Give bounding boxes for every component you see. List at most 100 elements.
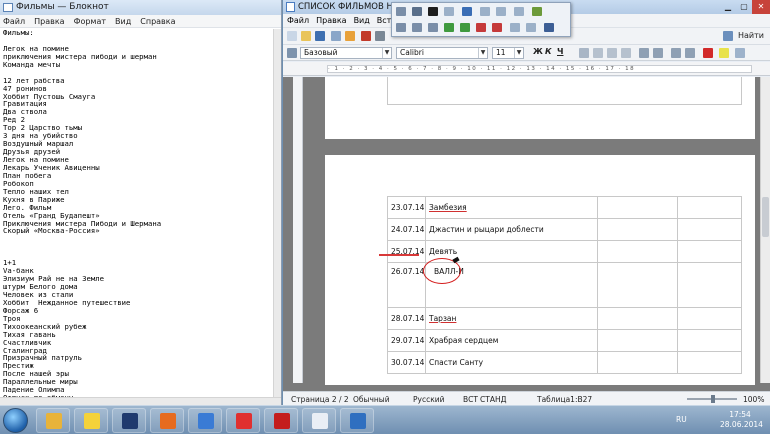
language-indicator[interactable]: RU [676, 415, 687, 424]
line-style-icon[interactable] [412, 7, 422, 16]
table-cell-date[interactable]: 29.07.14 [387, 329, 426, 352]
wr-menu-file[interactable]: Файл [287, 16, 309, 25]
table-row[interactable]: 28.07.14 Тарзан [387, 307, 742, 330]
delete-row-icon[interactable] [476, 23, 486, 32]
save-icon[interactable] [315, 31, 325, 41]
table-cell-empty[interactable] [677, 351, 742, 374]
status-insert-mode[interactable]: ВСТ [463, 395, 478, 404]
align-right-icon[interactable] [607, 48, 617, 58]
highlight-icon[interactable] [719, 48, 729, 58]
table-cell-empty[interactable] [677, 218, 742, 241]
np-menu-file[interactable]: Файл [3, 17, 25, 26]
horizontal-ruler[interactable]: · 1 · 2 · 3 · 4 · 5 · 6 · 7 · 8 · 9 · 10… [283, 62, 770, 76]
border-color-icon[interactable] [428, 7, 438, 16]
bullets-icon[interactable] [653, 48, 663, 58]
bold-button[interactable]: Ж [533, 47, 543, 56]
taskbar-app-notepad[interactable] [302, 408, 336, 433]
taskbar-app-photoshop[interactable] [112, 408, 146, 433]
notepad-text-area[interactable]: Фильмы: Легок на помине приключения мистер… [3, 29, 273, 399]
open-icon[interactable] [301, 31, 311, 41]
taskbar-app-opera[interactable] [264, 408, 298, 433]
background-color-icon[interactable] [735, 48, 745, 58]
table-cell-title[interactable]: Джастин и рыцари доблести [425, 218, 598, 241]
status-style[interactable]: Обычный [353, 395, 390, 404]
notepad-vertical-scrollbar[interactable] [273, 29, 281, 397]
table-cell-empty[interactable] [597, 240, 678, 263]
align-left-icon[interactable] [579, 48, 589, 58]
indent-decrease-icon[interactable] [671, 48, 681, 58]
styles-icon[interactable] [287, 48, 297, 58]
taskbar-app-firefox[interactable] [150, 408, 184, 433]
table-row[interactable]: 29.07.14 Храбрая сердцем [387, 329, 742, 352]
split-cells-icon[interactable] [496, 7, 506, 16]
align-bottom-icon[interactable] [428, 23, 438, 32]
taskbar-app-explorer[interactable] [36, 408, 70, 433]
optimize-icon[interactable] [514, 7, 524, 16]
table-cell-empty[interactable] [677, 329, 742, 352]
table-cell-empty[interactable] [597, 351, 678, 374]
table-cell-empty[interactable] [597, 196, 678, 219]
table-cell-empty[interactable] [597, 307, 678, 330]
table-properties-icon[interactable] [526, 23, 536, 32]
table-cell-empty[interactable] [677, 196, 742, 219]
table-row[interactable]: 23.07.14 Замбезия [387, 196, 742, 219]
minimize-button[interactable]: ▁ [720, 0, 736, 14]
vertical-ruler[interactable] [293, 77, 303, 383]
notepad-horizontal-scrollbar[interactable] [0, 397, 281, 405]
zoom-slider-knob[interactable] [711, 395, 715, 403]
table-cell-title[interactable]: Тарзан [425, 307, 598, 330]
table-cell-title[interactable]: Храбрая сердцем [425, 329, 598, 352]
table-cell-empty[interactable] [677, 307, 742, 330]
paragraph-style-select[interactable]: Базовый ▼ [300, 47, 392, 59]
table-cell-empty[interactable] [597, 329, 678, 352]
print-icon[interactable] [375, 31, 385, 41]
np-menu-view[interactable]: Вид [115, 17, 131, 26]
table-cell-title[interactable]: Замбезия [425, 196, 598, 219]
status-page[interactable]: Страница 2 / 2 [291, 395, 349, 404]
taskbar-app-yandex[interactable] [226, 408, 260, 433]
table-bg-icon[interactable] [462, 7, 472, 16]
delete-column-icon[interactable] [492, 23, 502, 32]
table-cell-date[interactable]: 23.07.14 [387, 196, 426, 219]
email-icon[interactable] [331, 31, 341, 41]
align-center-icon[interactable] [593, 48, 603, 58]
notepad-window[interactable]: Фильмы — Блокнот Файл Правка Формат Вид … [0, 0, 282, 405]
maximize-button[interactable]: ▢ [736, 0, 752, 14]
insert-column-icon[interactable] [460, 23, 470, 32]
table-cell-date[interactable]: 25.07.14 [387, 240, 426, 263]
table-cell-date[interactable]: 26.07.14 [387, 262, 426, 308]
films-table[interactable]: 23.07.14 Замбезия 24.07.14 Джастин и рыц… [387, 196, 742, 374]
indent-increase-icon[interactable] [685, 48, 695, 58]
export-pdf-icon[interactable] [361, 31, 371, 41]
new-doc-icon[interactable] [287, 31, 297, 41]
taskbar-app-writer[interactable] [340, 408, 374, 433]
table-cell-empty[interactable] [677, 240, 742, 263]
chevron-down-icon[interactable]: ▼ [514, 48, 523, 58]
notepad-titlebar[interactable]: Фильмы — Блокнот [0, 0, 281, 15]
underline-button[interactable]: Ч [557, 47, 563, 56]
align-top-icon[interactable] [396, 23, 406, 32]
clock[interactable]: 17:54 28.06.2014 [720, 410, 763, 430]
justify-icon[interactable] [621, 48, 631, 58]
taskbar-app-1c[interactable] [74, 408, 108, 433]
table-cell-date[interactable]: 24.07.14 [387, 218, 426, 241]
table-floating-toolbar[interactable] [391, 2, 571, 37]
close-button[interactable]: ✕ [752, 0, 770, 14]
table-row[interactable]: 24.07.14 Джастин и рыцари доблести [387, 218, 742, 241]
writer-window[interactable]: СПИСОК ФИЛЬМОВ НА ИЮ ▁ ▢ ✕ Файл Правка В… [283, 0, 770, 405]
np-menu-help[interactable]: Справка [140, 17, 175, 26]
chevron-down-icon[interactable]: ▼ [478, 48, 487, 58]
np-menu-format[interactable]: Формат [74, 17, 106, 26]
table-cell-title[interactable]: Спасти Санту [425, 351, 598, 374]
find-toolbar-icon[interactable] [723, 31, 733, 41]
table-cell-empty[interactable] [597, 262, 678, 308]
table-cell-empty[interactable] [677, 262, 742, 308]
scrollbar-thumb[interactable] [762, 197, 769, 237]
table-cell-empty[interactable] [597, 218, 678, 241]
italic-button[interactable]: К [545, 47, 552, 56]
insert-table-icon[interactable] [396, 7, 406, 16]
chevron-down-icon[interactable]: ▼ [382, 48, 391, 58]
table-cell-date[interactable]: 30.07.14 [387, 351, 426, 374]
find-label[interactable]: Найти [738, 31, 764, 40]
table-row[interactable]: 30.07.14 Спасти Санту [387, 351, 742, 374]
